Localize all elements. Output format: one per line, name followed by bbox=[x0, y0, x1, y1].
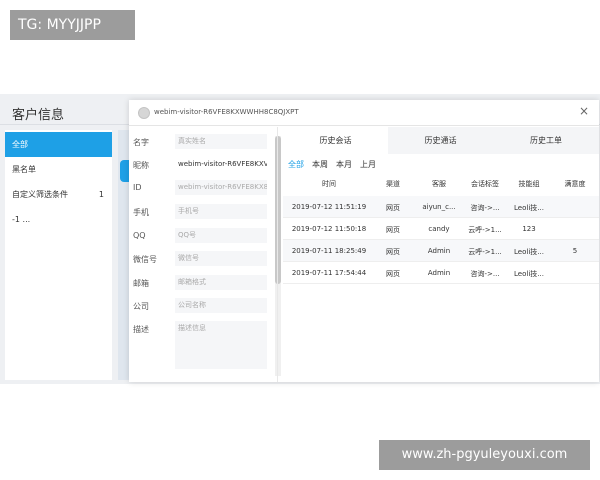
field-label-description: 描述 bbox=[133, 325, 149, 334]
sidebar-item-count: 1 bbox=[98, 190, 104, 199]
table-row[interactable]: 2019-07-12 11:51:19 网页 aiyun_c... 咨询->..… bbox=[283, 196, 599, 218]
phone-field[interactable]: 手机号 bbox=[175, 204, 267, 219]
tab-history-calls[interactable]: 历史通话 bbox=[388, 127, 493, 154]
cell-skill-group: Leoli技... bbox=[514, 270, 544, 278]
nickname-field[interactable]: webim-visitor-R6VFE8KXV bbox=[175, 157, 267, 172]
table-row[interactable]: 2019-07-11 18:25:49 网页 Admin 云呼->1... Le… bbox=[283, 240, 599, 262]
email-field[interactable]: 邮箱格式 bbox=[175, 275, 267, 290]
customer-info-form: 名字 真实姓名 昵称 webim-visitor-R6VFE8KXV ID we… bbox=[129, 127, 277, 382]
id-field: webim-visitor-R6VFE8KX8 bbox=[175, 180, 267, 195]
cell-tags: 咨询->... bbox=[470, 270, 500, 278]
field-label-phone: 手机 bbox=[133, 208, 149, 217]
company-field[interactable]: 公司名称 bbox=[175, 298, 267, 313]
history-tabs: 历史会话 历史通话 历史工单 bbox=[283, 127, 599, 154]
avatar bbox=[138, 107, 150, 119]
cell-time: 2019-07-12 11:51:19 bbox=[291, 203, 367, 211]
cell-channel: 网页 bbox=[386, 226, 400, 234]
field-label-email: 邮箱 bbox=[133, 279, 149, 288]
cell-satisfaction: 5 bbox=[572, 247, 578, 255]
sidebar-item-label: -1 ... bbox=[12, 215, 31, 224]
column-header-channel: 渠道 bbox=[386, 180, 400, 188]
watermark-bottom: www.zh-pgyuleyouxi.com bbox=[379, 440, 590, 470]
filter-this-week[interactable]: 本周 bbox=[312, 159, 328, 170]
column-header-skill-group: 技能组 bbox=[518, 180, 540, 188]
field-label-company: 公司 bbox=[133, 302, 149, 311]
sidebar-item-all[interactable]: 全部 bbox=[5, 132, 112, 157]
cell-agent: aiyun_c... bbox=[422, 203, 456, 211]
column-header-time: 时间 bbox=[322, 180, 336, 188]
history-panel: 历史会话 历史通话 历史工单 全部 本周 本月 上月 时间 渠道 客服 会话标签… bbox=[283, 127, 599, 382]
table-row[interactable]: 2019-07-12 11:50:18 网页 candy 云呼->1... 12… bbox=[283, 218, 599, 240]
sidebar-item-custom-filter[interactable]: 自定义筛选条件 1 bbox=[5, 182, 112, 207]
filter-all[interactable]: 全部 bbox=[288, 159, 304, 170]
page: TG: MYYJJPP 客户信息 全部 黑名单 自定义筛选条件 1 -1 ...… bbox=[0, 0, 600, 480]
cell-time: 2019-07-11 17:54:44 bbox=[291, 269, 367, 277]
sidebar-item-label: 黑名单 bbox=[12, 165, 36, 174]
customer-detail-modal: webim-visitor-R6VFE8KXWWHH8C8QJXPT × 名字 … bbox=[129, 100, 599, 382]
description-field[interactable]: 描述信息 bbox=[175, 321, 267, 369]
cell-agent: Admin bbox=[427, 269, 451, 277]
field-label-nickname: 昵称 bbox=[133, 161, 149, 170]
cell-agent: Admin bbox=[427, 247, 451, 255]
panel-divider bbox=[277, 127, 278, 382]
sidebar-item-label: 全部 bbox=[12, 140, 28, 149]
cell-tags: 云呼->1... bbox=[468, 226, 502, 234]
filter-last-month[interactable]: 上月 bbox=[360, 159, 376, 170]
filter-this-month[interactable]: 本月 bbox=[336, 159, 352, 170]
qq-field[interactable]: QQ号 bbox=[175, 228, 267, 243]
field-label-id: ID bbox=[133, 183, 142, 192]
field-label-wechat: 微信号 bbox=[133, 255, 157, 264]
cell-time: 2019-07-12 11:50:18 bbox=[291, 225, 367, 233]
cell-tags: 咨询->... bbox=[470, 204, 500, 212]
cell-skill-group: 123 bbox=[522, 225, 536, 233]
column-header-agent: 客服 bbox=[432, 180, 446, 188]
cell-tags: 云呼->1... bbox=[468, 248, 502, 256]
cell-time: 2019-07-11 18:25:49 bbox=[291, 247, 367, 255]
field-label-qq: QQ bbox=[133, 231, 146, 240]
table-header: 时间 渠道 客服 会话标签 技能组 满意度 bbox=[283, 179, 599, 193]
column-header-tags: 会话标签 bbox=[471, 180, 499, 188]
close-icon[interactable]: × bbox=[579, 104, 589, 118]
watermark-top: TG: MYYJJPP bbox=[10, 10, 135, 40]
cell-channel: 网页 bbox=[386, 248, 400, 256]
form-scrollbar-thumb[interactable] bbox=[275, 136, 281, 284]
sidebar-item-label: 自定义筛选条件 bbox=[12, 190, 68, 199]
sidebar-item-filter-one[interactable]: -1 ... bbox=[5, 207, 112, 232]
selected-customer-chip bbox=[120, 160, 129, 182]
cell-skill-group: Leoli技... bbox=[514, 204, 544, 212]
cell-skill-group: Leoli技... bbox=[514, 248, 544, 256]
modal-header: webim-visitor-R6VFE8KXWWHH8C8QJXPT × bbox=[129, 100, 599, 126]
cell-channel: 网页 bbox=[386, 204, 400, 212]
sidebar-item-blacklist[interactable]: 黑名单 bbox=[5, 157, 112, 182]
tab-history-sessions[interactable]: 历史会话 bbox=[283, 127, 388, 154]
customer-sidebar: 全部 黑名单 自定义筛选条件 1 -1 ... bbox=[5, 130, 112, 380]
tab-history-tickets[interactable]: 历史工单 bbox=[493, 127, 599, 154]
page-title: 客户信息 bbox=[12, 108, 65, 123]
wechat-field[interactable]: 微信号 bbox=[175, 251, 267, 266]
table-row[interactable]: 2019-07-11 17:54:44 网页 Admin 咨询->... Leo… bbox=[283, 262, 599, 284]
modal-title: webim-visitor-R6VFE8KXWWHH8C8QJXPT bbox=[154, 108, 299, 116]
field-label-name: 名字 bbox=[133, 138, 149, 147]
name-field[interactable]: 真实姓名 bbox=[175, 134, 267, 149]
cell-agent: candy bbox=[428, 225, 450, 233]
column-header-satisfaction: 满意度 bbox=[564, 180, 586, 188]
cell-channel: 网页 bbox=[386, 270, 400, 278]
